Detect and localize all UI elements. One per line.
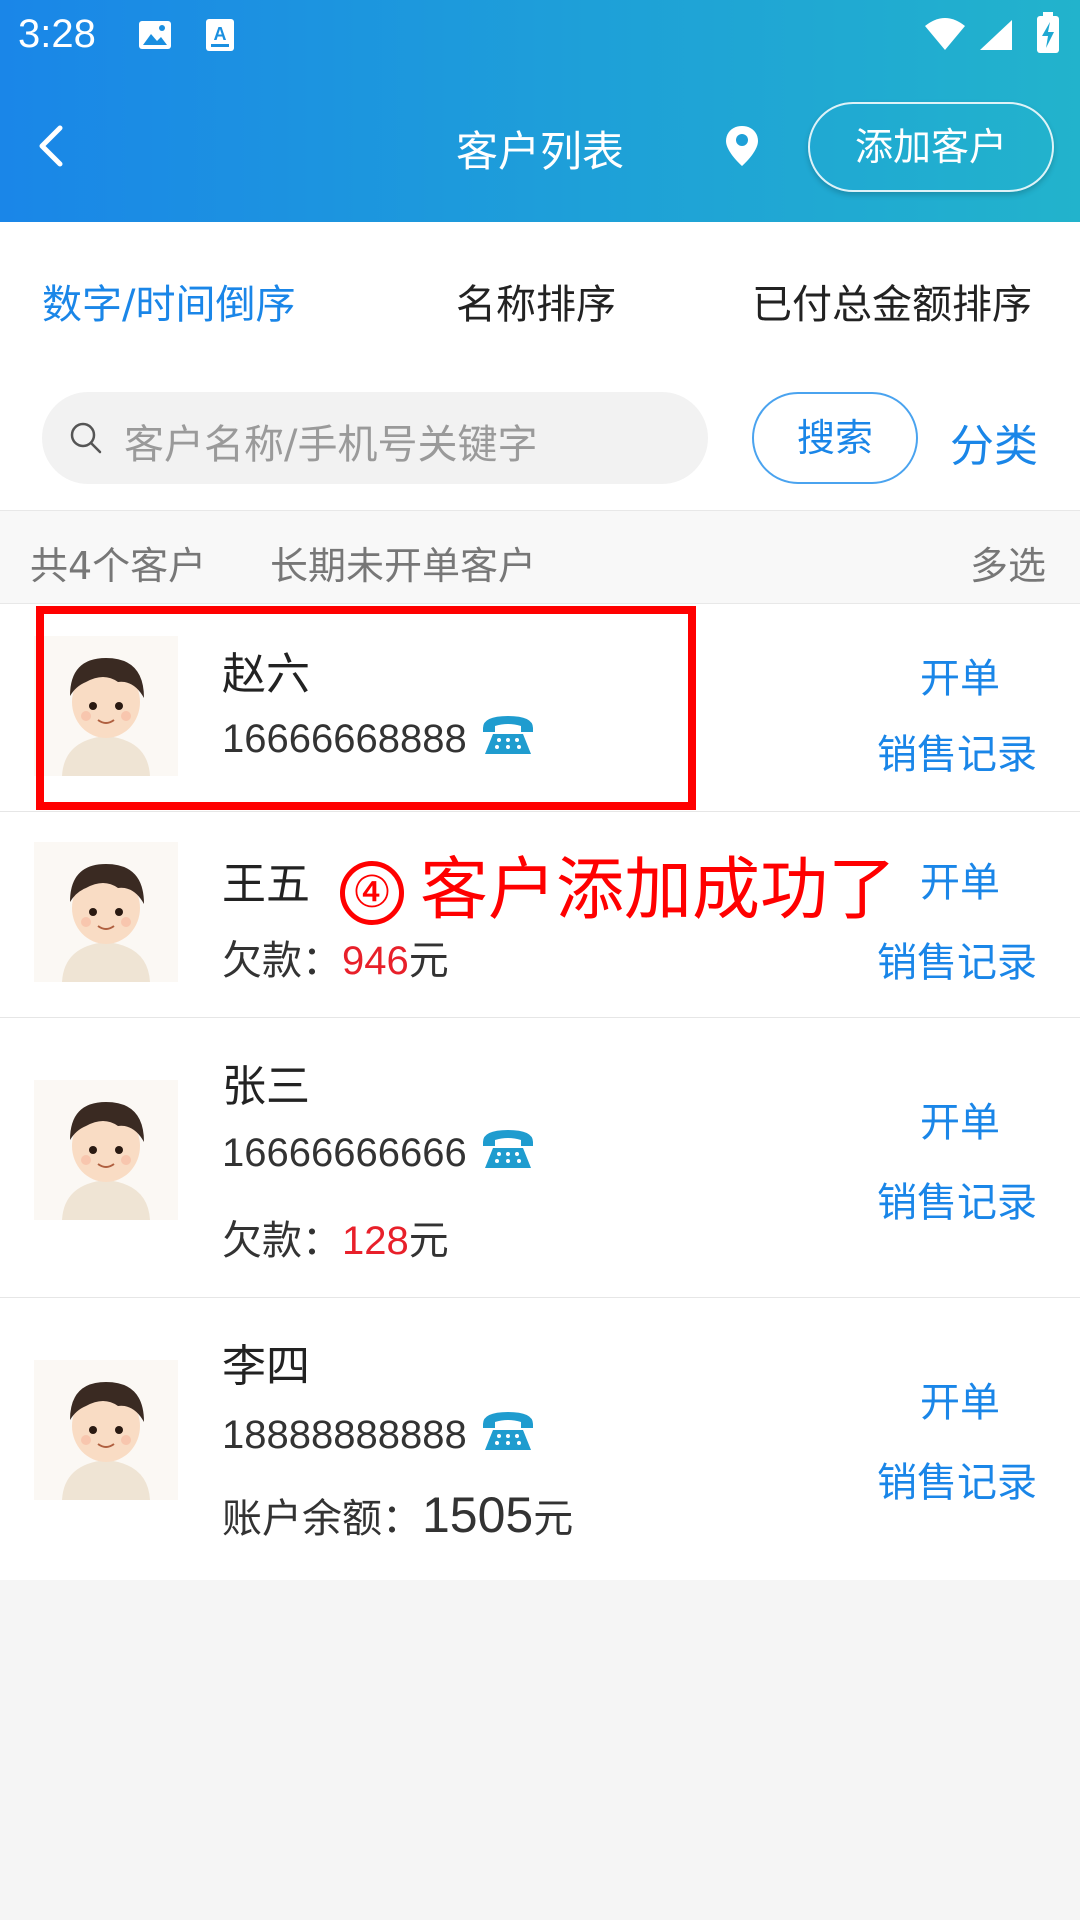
inactive-customers-filter[interactable]: 长期未开单客户 xyxy=(270,535,536,590)
customer-row[interactable]: 李四 18888888888 账户余额：1505元 开单 销售记录 xyxy=(0,1298,1080,1580)
debt-value: 128 xyxy=(342,1219,409,1263)
svg-text:A: A xyxy=(214,24,227,44)
search-input[interactable]: 客户名称/手机号关键字 xyxy=(42,392,708,484)
sort-tab-name[interactable]: 名称排序 xyxy=(456,272,616,330)
customer-phone-line: 18888888888 xyxy=(222,1408,537,1458)
signal-icon xyxy=(980,20,1012,50)
add-customer-button[interactable]: 添加客户 xyxy=(808,102,1054,192)
search-bar: 客户名称/手机号关键字 搜索 分类 xyxy=(0,374,1080,510)
sales-record-button[interactable]: 销售记录 xyxy=(877,930,1037,988)
tutorial-annotation: ④ 客户添加成功了 xyxy=(340,834,896,933)
search-button[interactable]: 搜索 xyxy=(752,392,918,484)
category-button[interactable]: 分类 xyxy=(950,410,1038,474)
text-notification-icon: A xyxy=(206,19,234,51)
sales-record-button[interactable]: 销售记录 xyxy=(877,1450,1037,1508)
battery-icon xyxy=(1037,12,1059,53)
summary-bar: 共4个客户 长期未开单客户 多选 xyxy=(0,510,1080,604)
customer-row[interactable]: 张三 16666666666 欠款：128元 开单 销售记录 xyxy=(0,1018,1080,1298)
avatar xyxy=(34,1080,178,1220)
customer-name: 王五 xyxy=(222,859,310,910)
search-placeholder: 客户名称/手机号关键字 xyxy=(124,422,538,468)
highlight-box xyxy=(36,606,696,810)
image-notification-icon xyxy=(139,21,171,49)
open-order-button[interactable]: 开单 xyxy=(920,850,1000,908)
balance-label: 账户余额： xyxy=(222,1496,422,1542)
debt-value: 946 xyxy=(342,939,409,983)
customer-phone-line: 16666666666 xyxy=(222,1126,537,1176)
debt-label: 欠款： xyxy=(222,1218,342,1264)
customer-phone: 16666666666 xyxy=(222,1131,467,1175)
sort-tab-time-desc[interactable]: 数字/时间倒序 xyxy=(42,272,295,330)
status-time: 3:28 xyxy=(18,12,96,56)
balance-value: 1505 xyxy=(422,1487,534,1543)
page-title-text: 客户列表 xyxy=(455,127,624,176)
telephone-icon[interactable] xyxy=(479,1408,537,1454)
search-icon xyxy=(70,422,102,454)
customer-name: 李四 xyxy=(222,1341,310,1392)
wifi-icon xyxy=(925,18,965,50)
customer-debt-line: 欠款：946元 xyxy=(222,928,449,986)
telephone-icon[interactable] xyxy=(479,1126,537,1172)
open-order-button[interactable]: 开单 xyxy=(920,1370,1000,1428)
sort-tab-paid-amount[interactable]: 已付总金额排序 xyxy=(752,272,1032,330)
debt-label: 欠款： xyxy=(222,938,342,984)
empty-area xyxy=(0,1580,1080,1920)
customer-balance-line: 账户余额：1505元 xyxy=(222,1486,573,1544)
avatar xyxy=(34,1360,178,1500)
app-header: 3:28 A 客户列表 添加客户 xyxy=(0,0,1080,222)
currency-unit: 元 xyxy=(408,1218,449,1264)
customer-phone: 18888888888 xyxy=(222,1413,467,1457)
currency-unit: 元 xyxy=(533,1496,574,1542)
annotation-text: 客户添加成功了 xyxy=(420,851,897,930)
sales-record-button[interactable]: 销售记录 xyxy=(877,722,1037,780)
customer-name: 张三 xyxy=(222,1061,310,1112)
avatar xyxy=(34,842,178,982)
sales-record-button[interactable]: 销售记录 xyxy=(877,1170,1037,1228)
status-bar: 3:28 A xyxy=(0,0,1080,72)
open-order-button[interactable]: 开单 xyxy=(920,1090,1000,1148)
multi-select-button[interactable]: 多选 xyxy=(970,535,1046,590)
customer-debt-line: 欠款：128元 xyxy=(222,1208,449,1266)
sort-bar: 数字/时间倒序 名称排序 已付总金额排序 xyxy=(0,222,1080,374)
step-number: ④ xyxy=(340,861,404,925)
currency-unit: 元 xyxy=(408,938,449,984)
customer-count: 共4个客户 xyxy=(30,544,207,588)
location-pin-icon[interactable] xyxy=(724,124,760,168)
open-order-button[interactable]: 开单 xyxy=(920,646,1000,704)
